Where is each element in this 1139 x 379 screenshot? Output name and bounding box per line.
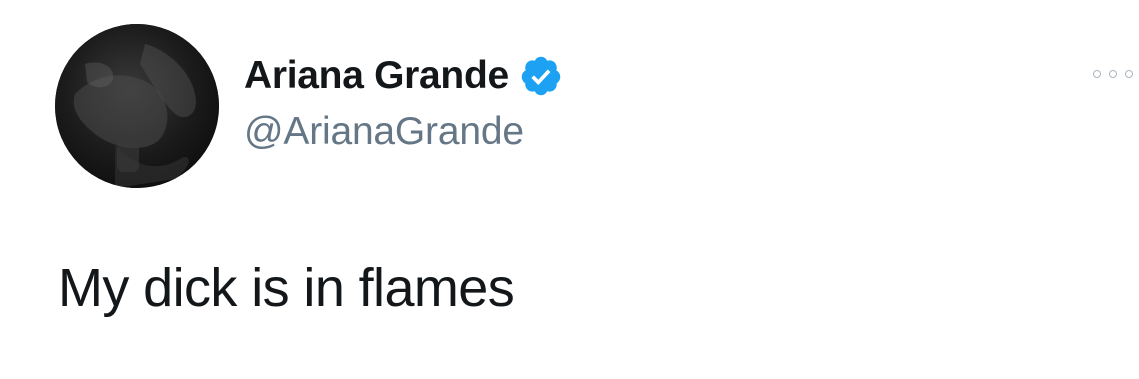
dot-icon xyxy=(1093,70,1101,78)
author-name-row: Ariana Grande xyxy=(244,52,563,100)
tweet-card: Ariana Grande @ArianaGrande My dick is i… xyxy=(0,0,1139,379)
dot-icon xyxy=(1109,70,1117,78)
tweet-text: My dick is in flames xyxy=(58,258,515,318)
author-display-name[interactable]: Ariana Grande xyxy=(244,54,509,98)
avatar-image xyxy=(55,24,219,188)
dot-icon xyxy=(1125,70,1133,78)
author-handle[interactable]: @ArianaGrande xyxy=(244,110,524,154)
avatar[interactable] xyxy=(55,24,219,188)
verified-badge-icon xyxy=(519,54,563,98)
more-options-icon[interactable] xyxy=(1093,66,1133,82)
